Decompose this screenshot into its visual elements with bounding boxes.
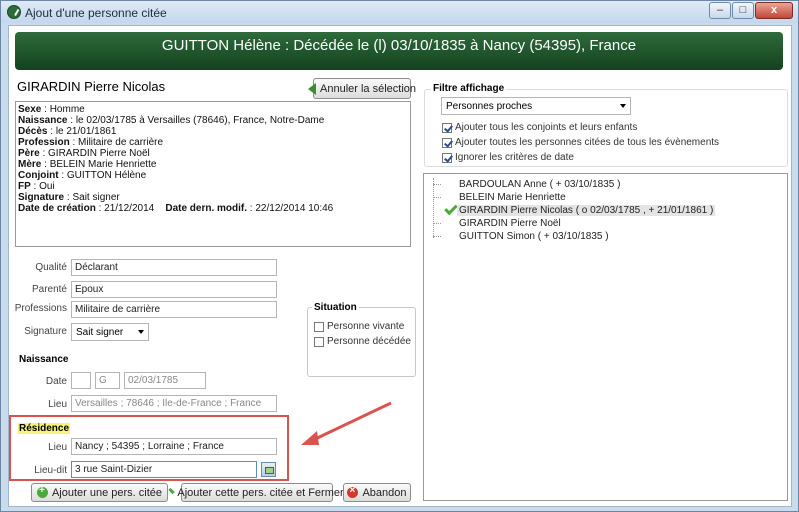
- app-icon: [7, 5, 21, 19]
- tree-connector: [433, 184, 441, 185]
- residence-lieudit-label: Lieu-dit: [34, 465, 67, 476]
- personne-decedee-checkbox[interactable]: Personne décédée: [314, 336, 411, 347]
- chevron-down-icon: [620, 104, 626, 108]
- title-bar[interactable]: Ajout d'une personne citée – □ x: [1, 1, 798, 23]
- naissance-title: Naissance: [19, 354, 69, 365]
- residence-lieu-label: Lieu: [48, 442, 67, 453]
- checkbox-box-checked: [442, 152, 452, 163]
- signature-select-value: Sait signer: [76, 326, 124, 338]
- cancel-selection-button[interactable]: Annuler la sélection: [308, 78, 416, 99]
- filter-title: Filtre affichage: [431, 83, 507, 94]
- residence-lieudit-field[interactable]: 3 rue Saint-Dizier: [71, 461, 257, 478]
- residence-lieu-field[interactable]: Nancy ; 54395 ; Lorraine ; France: [71, 438, 277, 455]
- checkbox-box-checked: [442, 137, 452, 148]
- tree-connector: [433, 223, 441, 224]
- cancel-selection-label: Annuler la sélection: [320, 82, 417, 95]
- professions-field[interactable]: Militaire de carrière: [71, 301, 277, 318]
- detail-row: Profession : Militaire de carrière: [18, 137, 164, 148]
- filter-option-label: Ajouter toutes les personnes citées de t…: [455, 137, 720, 148]
- back-arrow-icon: [308, 82, 316, 95]
- list-item[interactable]: BARDOULAN Anne ( + 03/10/1835 ): [459, 179, 620, 190]
- cancel-button[interactable]: Abandon: [343, 483, 411, 502]
- professions-label: Professions: [14, 303, 67, 314]
- selected-person-name: GIRARDIN Pierre Nicolas: [17, 79, 166, 94]
- event-banner-text: GUITTON Hélène : Décédée le (l) 03/10/18…: [161, 37, 637, 54]
- annotation-arrow-icon: [301, 401, 392, 445]
- parente-label: Parenté: [31, 284, 67, 295]
- personne-vivante-label: Personne vivante: [327, 321, 405, 332]
- list-item[interactable]: BELEIN Marie Henriette: [459, 192, 566, 203]
- detail-row: Conjoint : GUITTON Hélène: [18, 170, 147, 181]
- filter-select-value: Personnes proches: [446, 100, 533, 112]
- checkbox-box: [314, 336, 324, 347]
- filter-option-ignorer-dates[interactable]: Ignorer les critères de date: [442, 152, 574, 163]
- list-item[interactable]: GUITTON Simon ( + 03/10/1835 ): [459, 231, 609, 242]
- event-banner: GUITTON Hélène : Décédée le (l) 03/10/18…: [15, 32, 783, 70]
- chevron-down-icon: [138, 330, 144, 334]
- add-and-close-button[interactable]: Ajouter cette pers. citée et Fermer: [168, 483, 344, 502]
- tree-connector: [433, 178, 434, 238]
- add-and-close-label: Ajouter cette pers. citée et Fermer: [177, 486, 344, 499]
- filter-option-conjoints[interactable]: Ajouter tous les conjoints et leurs enfa…: [442, 122, 637, 133]
- check-icon: [444, 201, 458, 216]
- detail-row: Père : GIRARDIN Pierre Noël: [18, 148, 150, 159]
- naissance-lieu-field[interactable]: Versailles ; 78646 ; Ile-de-France ; Fra…: [71, 395, 277, 412]
- list-item-selected[interactable]: GIRARDIN Pierre Nicolas ( o 02/03/1785 ,…: [457, 205, 716, 216]
- detail-row: Sexe : Homme: [18, 104, 85, 115]
- list-item[interactable]: GIRARDIN Pierre Noël: [459, 218, 561, 229]
- signature-select[interactable]: Sait signer: [71, 323, 149, 341]
- cancel-icon: [347, 485, 359, 498]
- naissance-date-label: Date: [45, 376, 67, 387]
- personne-decedee-label: Personne décédée: [327, 336, 411, 347]
- personne-vivante-checkbox[interactable]: Personne vivante: [314, 321, 404, 332]
- filter-select[interactable]: Personnes proches: [441, 97, 631, 115]
- place-picker-icon[interactable]: [261, 462, 276, 477]
- qualite-label: Qualité: [35, 262, 67, 273]
- tree-connector: [433, 236, 441, 237]
- detail-row: Signature : Sait signer: [18, 192, 120, 203]
- filter-option-label: Ajouter tous les conjoints et leurs enfa…: [455, 122, 638, 133]
- detail-row: Mère : BELEIN Marie Henriette: [18, 159, 157, 170]
- detail-row: Décès : le 21/01/1861: [18, 126, 117, 137]
- window-title: Ajout d'une personne citée: [25, 6, 167, 20]
- residence-title: Résidence: [18, 423, 71, 434]
- detail-row-dates: Date de création : 21/12/2014 Date dern.…: [18, 203, 334, 214]
- checkbox-box-checked: [442, 122, 452, 133]
- cancel-label: Abandon: [362, 486, 407, 499]
- naissance-calendar-field[interactable]: G: [95, 372, 120, 389]
- detail-row: FP : Oui: [18, 181, 55, 192]
- people-list[interactable]: BARDOULAN Anne ( + 03/10/1835 ) BELEIN M…: [423, 173, 788, 501]
- add-person-button[interactable]: Ajouter une pers. citée: [31, 483, 168, 502]
- detail-row: Naissance : le 02/03/1785 à Versailles (…: [18, 115, 325, 126]
- naissance-date-prefix-field[interactable]: [71, 372, 91, 389]
- minimize-button[interactable]: –: [709, 2, 731, 19]
- filter-option-label: Ignorer les critères de date: [455, 152, 574, 163]
- qualite-field[interactable]: Déclarant: [71, 259, 277, 276]
- add-person-label: Ajouter une pers. citée: [51, 486, 163, 499]
- close-button[interactable]: x: [755, 2, 793, 19]
- signature-label: Signature: [24, 326, 67, 337]
- add-icon: [36, 485, 48, 498]
- naissance-lieu-label: Lieu: [48, 399, 67, 410]
- dialog-window: Ajout d'une personne citée – □ x GUITTON…: [0, 0, 799, 512]
- checkbox-box: [314, 321, 324, 332]
- parente-field[interactable]: Epoux: [71, 281, 277, 298]
- person-details-box: Sexe : Homme Naissance : le 02/03/1785 à…: [15, 101, 411, 247]
- situation-title: Situation: [312, 302, 359, 313]
- maximize-button[interactable]: □: [732, 2, 754, 19]
- tree-connector: [433, 197, 441, 198]
- filter-option-personnes-citees[interactable]: Ajouter toutes les personnes citées de t…: [442, 137, 719, 148]
- naissance-date-field[interactable]: 02/03/1785: [124, 372, 206, 389]
